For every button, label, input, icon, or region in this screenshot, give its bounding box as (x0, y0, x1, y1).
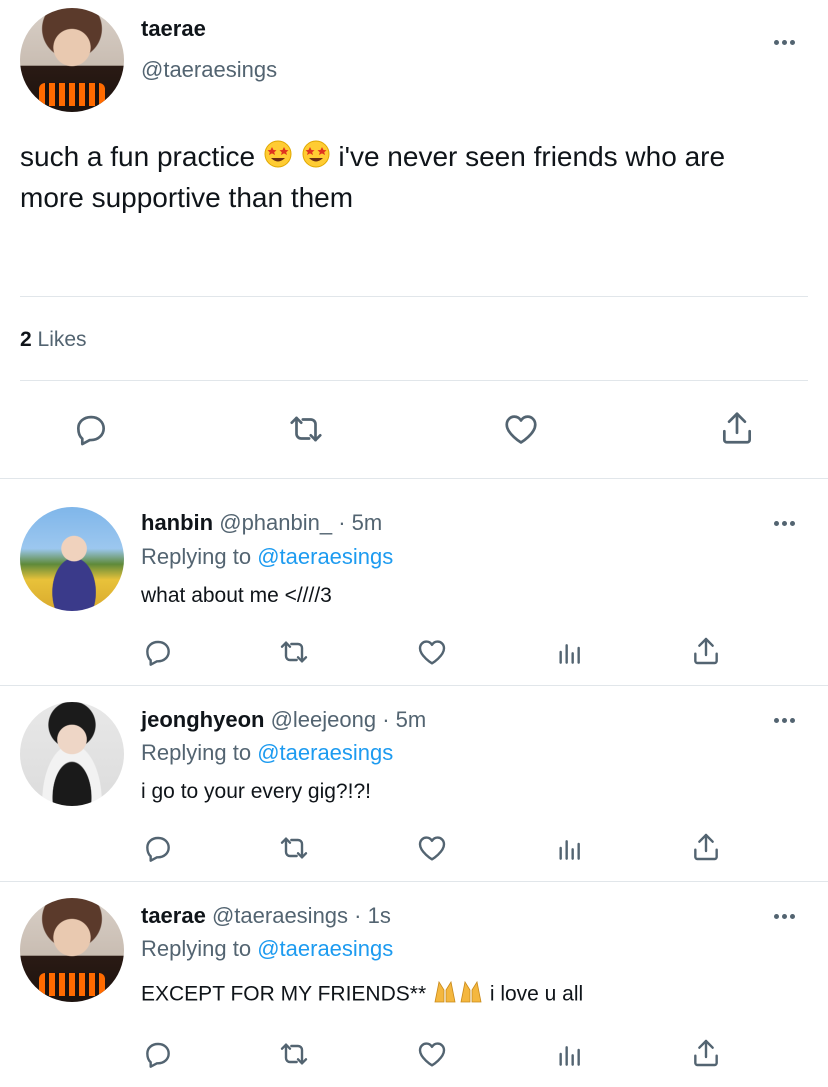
replying-to-label: Replying to (141, 740, 252, 765)
retweet-icon (280, 641, 308, 663)
reply-button[interactable] (142, 636, 174, 668)
retweet-button[interactable] (277, 832, 311, 864)
reply-timestamp[interactable]: · 1s (354, 903, 391, 928)
retweet-button[interactable] (286, 410, 326, 448)
main-tweet-text: such a fun practice i've never seen frie… (20, 138, 820, 217)
reply-handle[interactable]: @leejeong (271, 707, 377, 732)
like-button[interactable] (416, 636, 448, 668)
like-button[interactable] (502, 410, 540, 448)
retweet-icon (280, 1043, 308, 1065)
like-button[interactable] (416, 832, 448, 864)
reply-text-part2: i love u all (489, 982, 584, 1006)
replying-to-label: Replying to (141, 936, 252, 961)
reply-more-button[interactable] (774, 914, 795, 919)
retweet-button[interactable] (277, 1038, 311, 1070)
main-text-line2: more supportive than them (20, 181, 354, 213)
reply-avatar[interactable] (20, 507, 124, 611)
reply-icon (146, 836, 170, 862)
retweet-icon (290, 416, 322, 442)
folded-hands-emoji (432, 980, 458, 1010)
replying-to-link[interactable]: @taeraesings (257, 740, 393, 765)
more-icon (774, 40, 779, 45)
reply-text: i go to your every gig?!?! (141, 780, 371, 803)
reply-text: what about me <////3 (141, 584, 332, 607)
heart-icon (418, 836, 446, 861)
main-avatar[interactable] (20, 8, 124, 112)
divider (0, 685, 828, 686)
divider (0, 881, 828, 882)
heart-icon (505, 415, 537, 444)
share-icon (694, 637, 718, 665)
replying-to-link[interactable]: @taeraesings (257, 544, 393, 569)
likes-count: 2 (20, 328, 32, 351)
reply-timestamp[interactable]: · 5m (382, 707, 426, 732)
analytics-icon (559, 1046, 580, 1066)
reply-more-button[interactable] (774, 521, 795, 526)
reply-avatar[interactable] (20, 898, 124, 1002)
likes-count-link[interactable]: 2 Likes (20, 328, 87, 352)
reply-icon (76, 415, 106, 446)
replying-to: Replying to @taeraesings (141, 936, 393, 962)
reply-button[interactable] (142, 1038, 174, 1070)
reply-handle[interactable]: @phanbin_ (219, 510, 332, 535)
main-handle[interactable]: @taeraesings (141, 57, 277, 83)
reply-icon (146, 640, 170, 666)
more-icon (774, 521, 779, 526)
main-text-part2: i've never seen friends who are (338, 141, 726, 172)
analytics-button[interactable] (554, 636, 586, 668)
replying-to-label: Replying to (141, 544, 252, 569)
reply-icon (146, 1042, 170, 1068)
reply-header: taerae @taeraesings · 1s (141, 903, 391, 929)
more-icon (774, 914, 779, 919)
divider (20, 296, 808, 297)
replying-to: Replying to @taeraesings (141, 740, 393, 766)
reply-display-name[interactable]: jeonghyeon (141, 707, 264, 732)
more-icon (774, 718, 779, 723)
share-button[interactable] (718, 408, 756, 448)
reply-display-name[interactable]: hanbin (141, 510, 213, 535)
share-icon (722, 412, 752, 444)
replying-to: Replying to @taeraesings (141, 544, 393, 570)
reply-display-name[interactable]: taerae (141, 903, 206, 928)
retweet-icon (280, 837, 308, 859)
heart-icon (418, 1042, 446, 1067)
reply-handle[interactable]: @taeraesings (212, 903, 348, 928)
reply-button[interactable] (142, 832, 174, 864)
share-button[interactable] (690, 830, 722, 864)
share-icon (694, 1039, 718, 1067)
reply-timestamp[interactable]: · 5m (338, 510, 382, 535)
main-more-button[interactable] (774, 40, 795, 45)
reply-more-button[interactable] (774, 718, 795, 723)
retweet-button[interactable] (277, 636, 311, 668)
analytics-button[interactable] (554, 1038, 586, 1070)
main-text-part1: such a fun practice (20, 141, 256, 172)
likes-label: Likes (37, 328, 87, 351)
divider (20, 380, 808, 381)
folded-hands-emoji (458, 980, 484, 1010)
reply-avatar[interactable] (20, 702, 124, 806)
analytics-button[interactable] (554, 832, 586, 864)
like-button[interactable] (416, 1038, 448, 1070)
share-button[interactable] (690, 634, 722, 668)
reply-header: hanbin @phanbin_ · 5m (141, 510, 382, 536)
main-display-name[interactable]: taerae (141, 16, 206, 42)
heart-icon (418, 640, 446, 665)
star-struck-emoji (301, 139, 331, 179)
share-button[interactable] (690, 1036, 722, 1070)
analytics-icon (559, 644, 580, 664)
divider (0, 478, 828, 479)
reply-text: EXCEPT FOR MY FRIENDS** i love u all (141, 980, 583, 1010)
replying-to-link[interactable]: @taeraesings (257, 936, 393, 961)
share-icon (694, 833, 718, 861)
reply-header: jeonghyeon @leejeong · 5m (141, 707, 426, 733)
analytics-icon (559, 840, 580, 860)
reply-button[interactable] (72, 410, 110, 448)
star-struck-emoji (263, 139, 293, 179)
reply-text-part1: EXCEPT FOR MY FRIENDS** (141, 982, 427, 1006)
